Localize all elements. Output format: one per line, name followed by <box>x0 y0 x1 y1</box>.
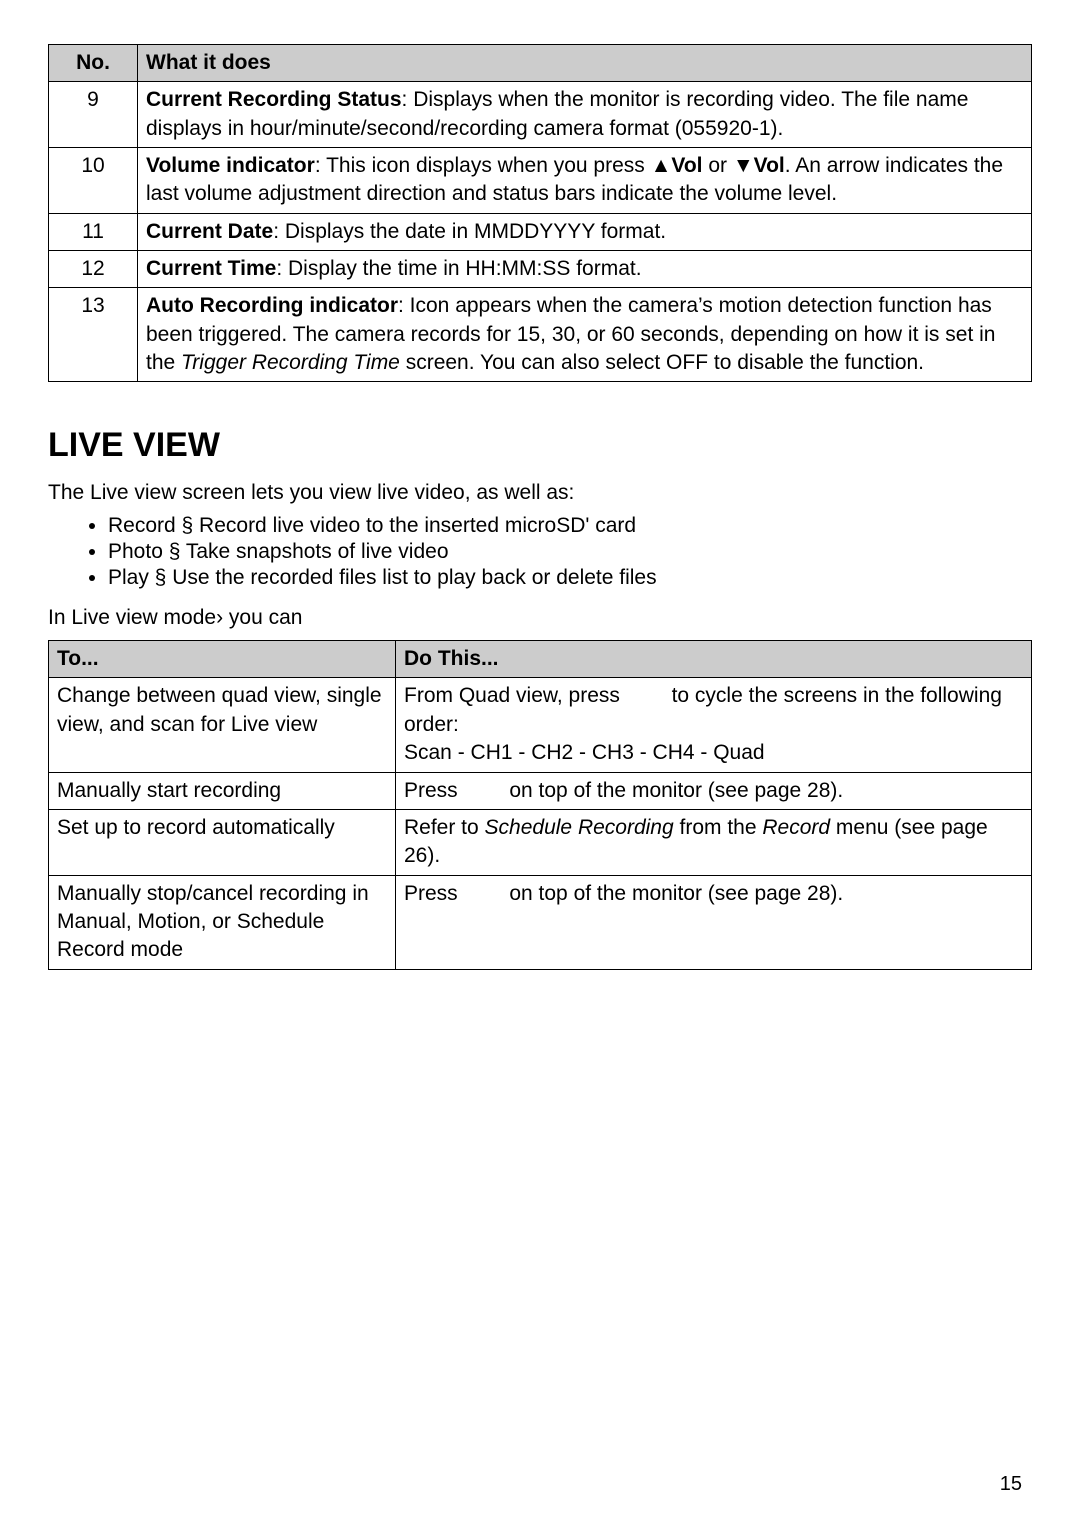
do-text: Refer to <box>404 816 485 839</box>
record-button-icon <box>464 784 504 802</box>
do-text-italic: Record <box>762 816 830 839</box>
row-no: 9 <box>49 82 138 148</box>
page-number: 15 <box>1000 1473 1022 1496</box>
table-row: Change between quad view, single view, a… <box>49 678 1032 772</box>
vol-up-icon: ▲Vol <box>651 154 709 177</box>
button-icon <box>626 689 666 707</box>
table-row: 9 Current Recording Status: Displays whe… <box>49 82 1032 148</box>
cell-do: Press on top of the monitor (see page 28… <box>396 875 1032 969</box>
row-text: : Display the time in HH:MM:SS format. <box>276 257 641 280</box>
header-to: To... <box>49 641 396 678</box>
table-row: 12 Current Time: Display the time in HH:… <box>49 251 1032 288</box>
table-row: Manually stop/cancel recording in Manual… <box>49 875 1032 969</box>
table-header-row: No. What it does <box>49 45 1032 82</box>
list-item: Play § Use the recorded files list to pl… <box>108 566 1032 590</box>
vol-down-icon: ▼Vol <box>733 154 785 177</box>
row-desc: Auto Recording indicator: Icon appears w… <box>138 288 1032 382</box>
row-no: 12 <box>49 251 138 288</box>
table-row: 11 Current Date: Displays the date in MM… <box>49 213 1032 250</box>
do-text: on top of the monitor (see page 28). <box>504 779 844 802</box>
do-text-italic: Schedule Recording <box>485 816 674 839</box>
row-no: 10 <box>49 148 138 214</box>
row-text: screen. You can also select OFF to disab… <box>400 351 924 374</box>
cell-do: Press on top of the monitor (see page 28… <box>396 772 1032 809</box>
cell-to: Change between quad view, single view, a… <box>49 678 396 772</box>
row-text: : This icon displays when you press <box>315 154 651 177</box>
row-label: Current Recording Status <box>146 88 402 111</box>
header-do: Do This... <box>396 641 1032 678</box>
cell-do: Refer to Schedule Recording from the Rec… <box>396 809 1032 875</box>
row-no: 13 <box>49 288 138 382</box>
live-view-actions-table: To... Do This... Change between quad vie… <box>48 640 1032 969</box>
do-text: on top of the monitor (see page 28). <box>504 882 844 905</box>
header-what: What it does <box>138 45 1032 82</box>
record-button-icon <box>464 887 504 905</box>
do-text: Press <box>404 882 464 905</box>
lead-in-text: In Live view mode› you can <box>48 604 1032 632</box>
row-text: or <box>708 154 733 177</box>
table-row: Manually start recording Press on top of… <box>49 772 1032 809</box>
do-text: Press <box>404 779 464 802</box>
feature-list: Record § Record live video to the insert… <box>48 514 1032 590</box>
section-heading: LIVE VIEW <box>48 426 1032 465</box>
table-row: Set up to record automatically Refer to … <box>49 809 1032 875</box>
cell-to: Manually start recording <box>49 772 396 809</box>
cell-to: Set up to record automatically <box>49 809 396 875</box>
icon-reference-table: No. What it does 9 Current Recording Sta… <box>48 44 1032 382</box>
row-label: Auto Recording indicator <box>146 294 398 317</box>
cell-do: From Quad view, press to cycle the scree… <box>396 678 1032 772</box>
row-desc: Current Date: Displays the date in MMDDY… <box>138 213 1032 250</box>
section-intro: The Live view screen lets you view live … <box>48 479 1032 507</box>
row-desc: Current Time: Display the time in HH:MM:… <box>138 251 1032 288</box>
row-no: 11 <box>49 213 138 250</box>
row-label: Current Time <box>146 257 276 280</box>
do-text: from the <box>674 816 763 839</box>
row-desc: Current Recording Status: Displays when … <box>138 82 1032 148</box>
do-text: Scan - CH1 - CH2 - CH3 - CH4 - Quad <box>404 741 765 764</box>
row-text-italic: Trigger Recording Time <box>181 351 400 374</box>
list-item: Record § Record live video to the insert… <box>108 514 1032 538</box>
do-text: From Quad view, press <box>404 684 626 707</box>
table-header-row: To... Do This... <box>49 641 1032 678</box>
row-label: Volume indicator <box>146 154 315 177</box>
table-row: 13 Auto Recording indicator: Icon appear… <box>49 288 1032 382</box>
cell-to: Manually stop/cancel recording in Manual… <box>49 875 396 969</box>
list-item: Photo § Take snapshots of live video <box>108 540 1032 564</box>
header-no: No. <box>49 45 138 82</box>
row-text: : Displays the date in MMDDYYYY format. <box>273 220 666 243</box>
row-label: Current Date <box>146 220 273 243</box>
table-row: 10 Volume indicator: This icon displays … <box>49 148 1032 214</box>
row-desc: Volume indicator: This icon displays whe… <box>138 148 1032 214</box>
